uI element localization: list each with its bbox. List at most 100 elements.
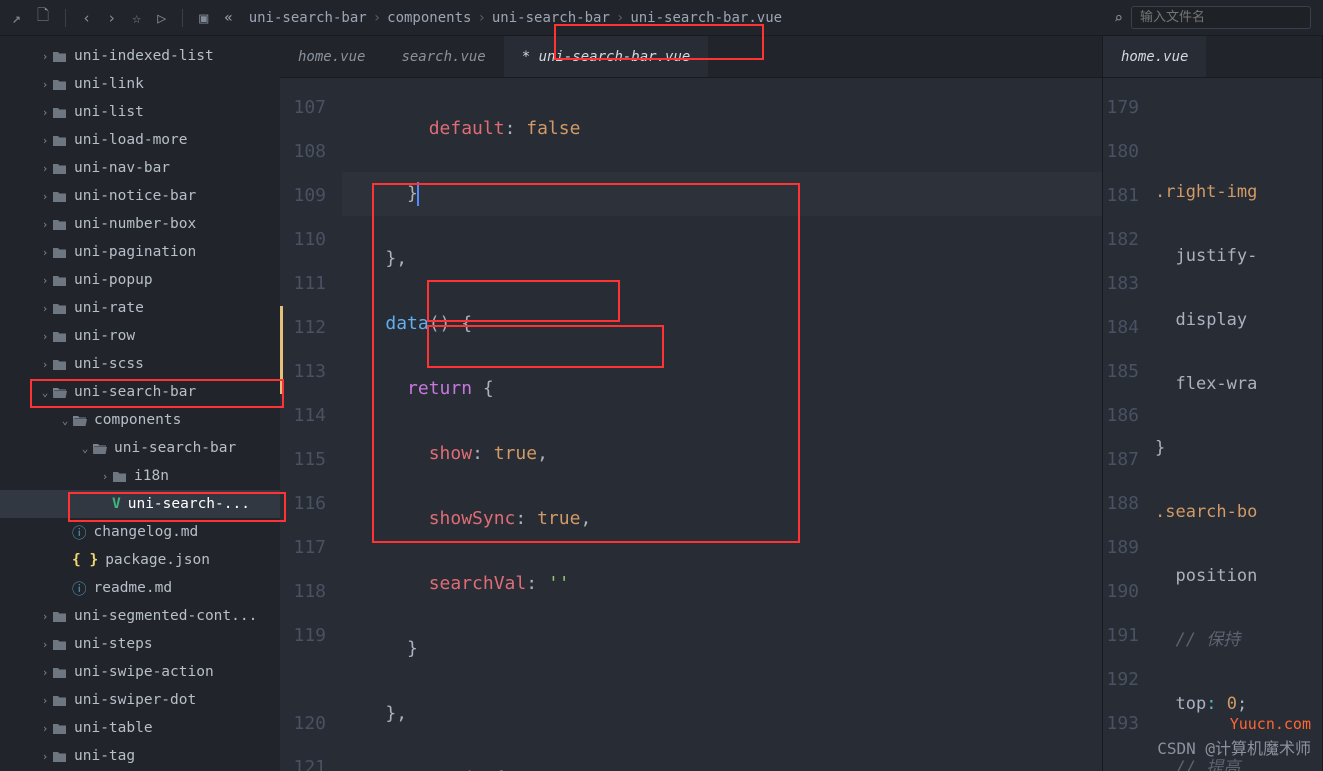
tree-item[interactable]: ⓘchangelog.md [0,518,280,546]
tree-item[interactable]: ⌄ uni-search-bar [0,378,280,406]
arrow-icon[interactable]: › [38,330,52,343]
tree-item-label: uni-search-bar [114,440,236,456]
code-area[interactable]: 1071081091101111121131141151161171181191… [280,78,1102,771]
code-area[interactable]: 1791801811821831841851861871881891901911… [1103,78,1322,771]
line-number: 181 [1103,174,1139,218]
arrow-icon[interactable]: › [98,470,112,483]
folder-icon [52,106,67,119]
arrow-icon[interactable]: › [38,106,52,119]
tree-item[interactable]: ›uni-indexed-list [0,42,280,70]
tree-item-label: uni-swiper-dot [74,692,196,708]
arrow-icon[interactable]: ⌄ [38,386,52,399]
arrow-icon[interactable]: › [38,218,52,231]
arrow-icon[interactable]: › [38,750,52,763]
tree-item[interactable]: ⌄ uni-search-bar [0,434,280,462]
search-input[interactable] [1131,6,1311,29]
divider [182,9,183,27]
star-icon[interactable]: ☆ [132,9,141,27]
line-number: 184 [1103,306,1139,350]
arrow-icon[interactable]: › [38,722,52,735]
folder-open-icon [52,386,67,399]
breadcrumb-segment[interactable]: uni-search-bar [249,10,367,26]
file-explorer[interactable]: ›uni-indexed-list›uni-link›uni-list›uni-… [0,36,280,771]
forward-icon[interactable]: › [107,9,116,27]
tree-item[interactable]: ›uni-nav-bar [0,154,280,182]
arrow-icon[interactable]: › [38,358,52,371]
arrow-icon[interactable]: › [38,162,52,175]
arrow-icon[interactable]: › [38,638,52,651]
line-number: 180 [1103,130,1139,174]
tree-item-label: i18n [134,468,169,484]
line-number [280,658,326,702]
arrow-icon[interactable]: › [38,666,52,679]
tree-item[interactable]: ⓘreadme.md [0,574,280,602]
line-number: 120 [280,702,326,746]
arrow-icon[interactable]: › [38,78,52,91]
line-number: 179 [1103,86,1139,130]
new-file-icon[interactable]: 🗋 [37,5,49,30]
tab-home-vue[interactable]: home.vue [1103,36,1206,77]
breadcrumb-segment[interactable]: uni-search-bar.vue [630,10,782,26]
folder-icon [52,274,67,287]
arrow-icon[interactable]: › [38,134,52,147]
tree-item[interactable]: › uni-table [0,714,280,742]
code-body[interactable]: .right-img justify- display flex-wra } .… [1155,78,1322,771]
arrow-icon[interactable]: › [38,246,52,259]
folder-icon [112,470,127,483]
tab-uni-search-bar-vue[interactable]: * uni-search-bar.vue [504,36,709,77]
tree-item[interactable]: ›uni-row [0,322,280,350]
back-icon[interactable]: ‹ [82,9,91,27]
arrow-icon[interactable]: › [38,50,52,63]
top-toolbar: ↗ 🗋 ‹ › ☆ ▷ ▣ « uni-search-bar› componen… [0,0,1323,36]
tree-item-label: uni-table [74,720,153,736]
breadcrumb-segment[interactable]: uni-search-bar [492,10,610,26]
tree-item-label: uni-tag [74,748,135,764]
line-number: 109 [280,174,326,218]
line-number: 183 [1103,262,1139,306]
tree-item[interactable]: ›uni-link [0,70,280,98]
tree-item[interactable]: ›uni-rate [0,294,280,322]
editor-pane-left: home.vue search.vue * uni-search-bar.vue… [280,36,1103,771]
arrow-icon[interactable]: › [38,694,52,707]
breadcrumb: uni-search-bar› components› uni-search-b… [249,10,782,26]
stop-icon[interactable]: ▣ [199,9,208,27]
arrow-icon[interactable]: › [38,610,52,623]
tree-item[interactable]: ›uni-number-box [0,210,280,238]
watermark-yuucn: Yuucn.com [1157,715,1311,733]
tree-item-label: uni-notice-bar [74,188,196,204]
tree-item[interactable]: › uni-tag [0,742,280,770]
tree-item[interactable]: ›uni-scss [0,350,280,378]
line-number: 192 [1103,658,1139,702]
tree-item[interactable]: › uni-steps [0,630,280,658]
arrow-icon[interactable]: ⌄ [58,414,72,427]
search-icon[interactable]: ⌕ [1114,9,1123,27]
arrow-icon[interactable]: › [38,190,52,203]
tree-item[interactable]: ›uni-list [0,98,280,126]
arrow-icon[interactable]: › [38,302,52,315]
tree-item[interactable]: › i18n [0,462,280,490]
tab-search-vue[interactable]: search.vue [383,36,503,77]
arrow-icon[interactable]: › [38,274,52,287]
tree-item[interactable]: › uni-notice-bar [0,182,280,210]
folder-icon [52,302,67,315]
tree-item[interactable]: ⌄components [0,406,280,434]
line-number: 189 [1103,526,1139,570]
tree-item[interactable]: › uni-swiper-dot [0,686,280,714]
tree-item[interactable]: ›uni-pagination [0,238,280,266]
tree-item[interactable]: Vuni-search-... [0,490,280,518]
tree-item-label: uni-search-bar [74,384,196,400]
run-icon[interactable]: ▷ [157,9,166,27]
share-icon[interactable]: ↗ [12,9,21,27]
tree-item[interactable]: ›uni-swipe-action [0,658,280,686]
tree-item[interactable]: ›uni-load-more [0,126,280,154]
tree-item[interactable]: ›uni-popup [0,266,280,294]
watermark-csdn: CSDN @计算机魔术师 [1157,735,1311,759]
breadcrumb-segment[interactable]: components [387,10,471,26]
arrow-icon[interactable]: ⌄ [78,442,92,455]
code-body[interactable]: default: false } }, data() { return { sh… [342,78,1102,771]
tree-item-label: uni-steps [74,636,153,652]
tab-home-vue[interactable]: home.vue [280,36,383,77]
line-number: 182 [1103,218,1139,262]
tree-item[interactable]: { }package.json [0,546,280,574]
tree-item[interactable]: ›uni-segmented-cont... [0,602,280,630]
